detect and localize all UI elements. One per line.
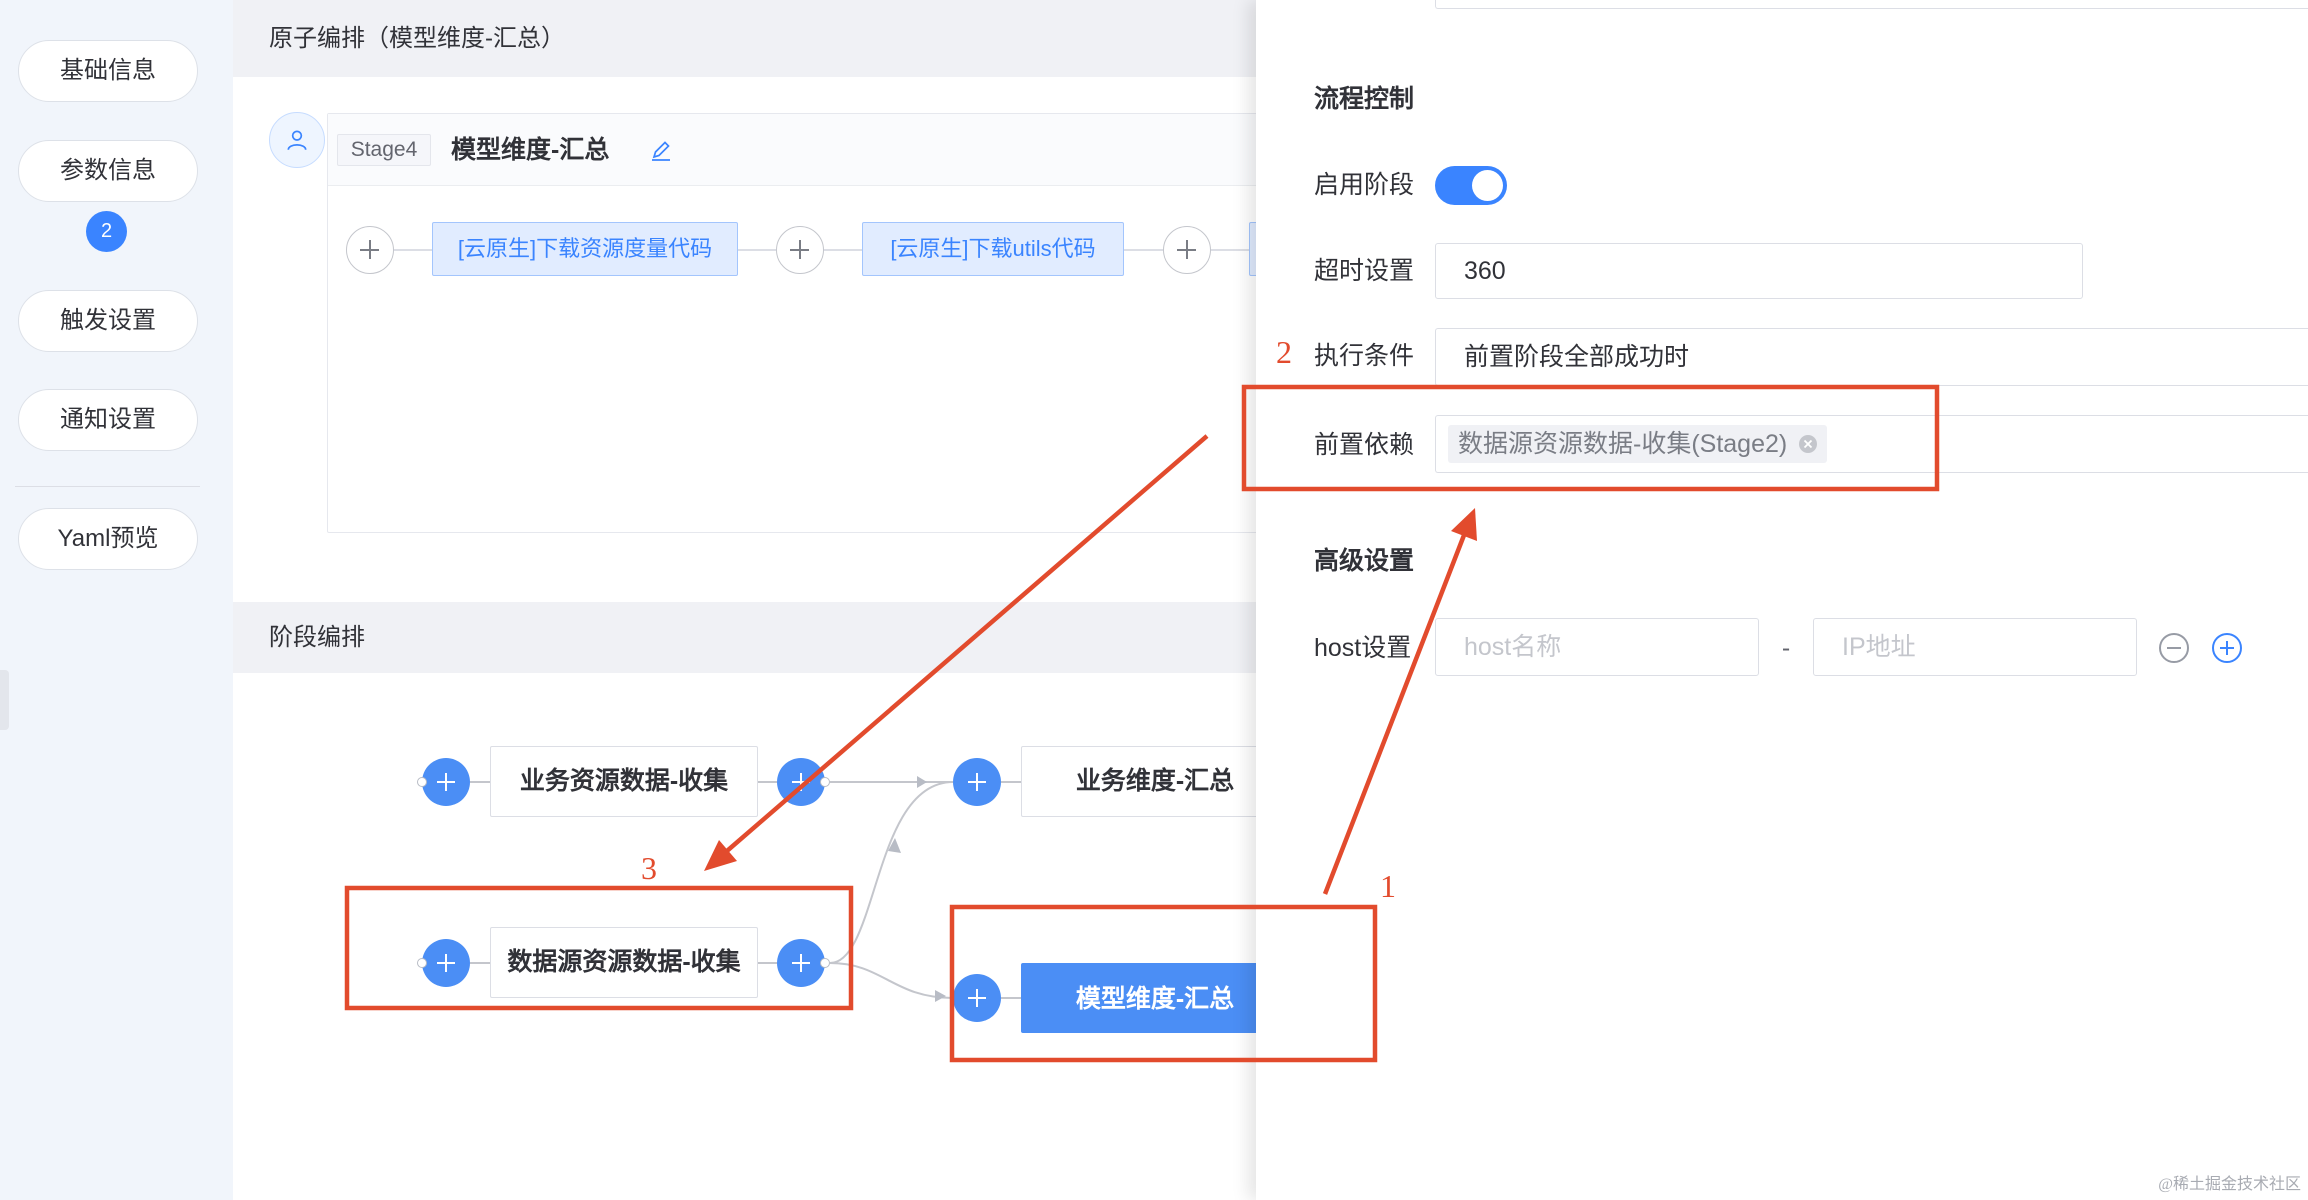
sidebar-item-notify[interactable]: 通知设置 — [18, 389, 198, 451]
plus-circle-icon[interactable] — [2211, 632, 2243, 664]
timeout-label: 超时设置 — [1314, 257, 1415, 285]
enable-stage-label: 启用阶段 — [1314, 171, 1415, 199]
host-separator: - — [1781, 634, 1791, 662]
connector-dot — [820, 958, 830, 968]
sidebar-item-trigger[interactable]: 触发设置 — [18, 290, 198, 352]
close-icon[interactable] — [1799, 435, 1818, 453]
dependency-label: 前置依赖 — [1314, 431, 1415, 459]
dependency-tag-label: 数据源资源数据-收集(Stage2) — [1458, 430, 1788, 458]
connector-dot — [820, 777, 830, 787]
sidebar-item-basic-info[interactable]: 基础信息 — [18, 40, 198, 102]
edge — [829, 781, 954, 964]
stage-node[interactable]: 业务维度-汇总 — [1021, 746, 1289, 817]
add-stage-button[interactable] — [777, 939, 825, 987]
add-stage-button[interactable] — [422, 758, 470, 806]
condition-select-value: 前置阶段全部成功时 — [1464, 343, 1690, 371]
timeout-input[interactable] — [1435, 243, 2083, 299]
add-stage-button[interactable] — [422, 939, 470, 987]
condition-label: 执行条件 — [1314, 342, 1415, 370]
edge-arrow — [935, 990, 946, 1002]
ip-address-input[interactable] — [1813, 618, 2137, 676]
edge — [829, 962, 954, 999]
stage-node-selected[interactable]: 模型维度-汇总 — [1021, 963, 1289, 1033]
dependency-tag: 数据源资源数据-收集(Stage2) — [1448, 425, 1828, 463]
add-stage-button[interactable] — [953, 758, 1001, 806]
sidebar-item-params[interactable]: 参数信息 — [18, 140, 198, 202]
sidebar-item-yaml-preview[interactable]: Yaml预览 — [18, 508, 198, 570]
connector-dot — [417, 777, 427, 787]
enable-stage-toggle[interactable] — [1435, 166, 1507, 205]
condition-select[interactable]: 前置阶段全部成功时 — [1435, 328, 2308, 386]
advanced-settings-title: 高级设置 — [1314, 547, 1415, 575]
collapse-handle[interactable] — [0, 670, 9, 730]
add-stage-button[interactable] — [777, 758, 825, 806]
connector-dot — [417, 958, 427, 968]
watermark: @稀土掘金技术社区 — [2158, 1176, 2301, 1193]
stage-settings-panel: 流程控制 启用阶段 超时设置 执行条件 前置阶段全部成功时 前置依赖 数据源资源… — [1256, 0, 2308, 1200]
host-label: host设置 — [1314, 634, 1412, 662]
input-field-partial[interactable] — [1435, 0, 2308, 9]
dependency-select[interactable]: 数据源资源数据-收集(Stage2) — [1435, 415, 2308, 473]
sidebar: 基础信息 参数信息 2 触发设置 通知设置 Yaml预览 — [0, 0, 233, 1200]
host-name-input[interactable] — [1435, 618, 1759, 676]
main-content: 原子编排（模型维度-汇总） Stage4 模型维度-汇总 [云原生]下载资源度量… — [233, 0, 1383, 1200]
sidebar-divider — [15, 486, 200, 487]
params-count-badge: 2 — [86, 211, 127, 252]
edge-arrow — [917, 776, 927, 788]
user-icon — [269, 112, 325, 168]
minus-circle-icon[interactable] — [2158, 632, 2190, 664]
stage-node[interactable]: 业务资源数据-收集 — [490, 746, 758, 817]
stage-node[interactable]: 数据源资源数据-收集 — [490, 927, 758, 998]
add-stage-button[interactable] — [953, 974, 1001, 1022]
toggle-knob — [1472, 170, 1503, 201]
flow-control-title: 流程控制 — [1314, 85, 1415, 113]
